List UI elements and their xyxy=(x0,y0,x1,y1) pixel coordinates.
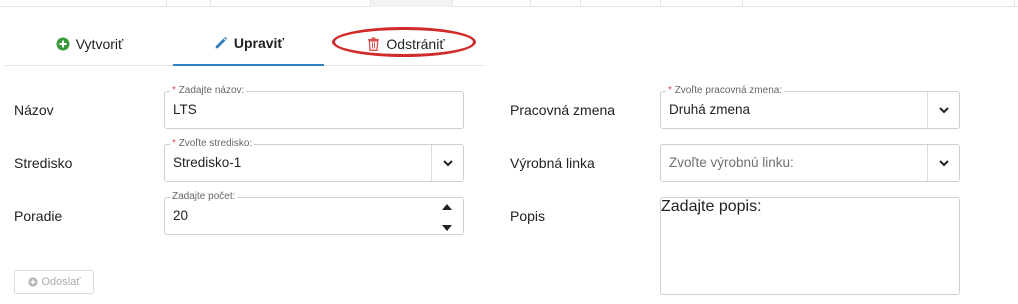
shift-value: Druhá zmena xyxy=(669,102,751,117)
tab-edit[interactable]: Upraviť xyxy=(173,22,324,66)
chevron-down-icon xyxy=(938,154,949,172)
order-stepper[interactable] xyxy=(431,198,463,234)
tab-create-label: Vytvoriť xyxy=(75,36,124,52)
center-dropdown-button[interactable] xyxy=(431,145,463,181)
description-textarea[interactable]: Zadajte popis: xyxy=(660,197,960,295)
plus-circle-icon xyxy=(55,36,71,52)
shift-floating-label: * Zvoľte pracovná zmena: xyxy=(666,85,785,96)
name-value: LTS xyxy=(173,102,197,117)
line-label: Výrobná linka xyxy=(510,155,595,171)
name-floating-label: * Zadajte názov: xyxy=(170,85,247,96)
submit-button[interactable]: Odoslať xyxy=(14,270,94,294)
order-floating-label: Zadajte počet: xyxy=(170,191,238,202)
delete-tab-highlight xyxy=(332,27,476,57)
description-placeholder: Zadajte popis: xyxy=(661,198,762,215)
chevron-down-icon xyxy=(442,154,453,172)
name-input[interactable]: * Zadajte názov: LTS xyxy=(164,85,464,129)
table-header-strip xyxy=(0,0,1018,7)
center-select[interactable]: * Zvoľte stredisko: Stredisko-1 xyxy=(164,138,464,182)
chevron-down-icon xyxy=(938,101,949,119)
order-label: Poradie xyxy=(14,208,63,224)
center-floating-label: * Zvoľte stredisko: xyxy=(170,138,255,149)
name-label: Názov xyxy=(14,102,54,118)
tab-create[interactable]: Vytvoriť xyxy=(14,22,164,66)
plus-circle-icon xyxy=(27,277,38,287)
tab-edit-label: Upraviť xyxy=(233,35,285,51)
shift-dropdown-button[interactable] xyxy=(927,92,959,128)
submit-label: Odoslať xyxy=(41,276,81,288)
caret-up-icon[interactable] xyxy=(442,197,452,215)
pencil-icon xyxy=(213,35,229,51)
caret-down-icon[interactable] xyxy=(442,218,452,236)
shift-label: Pracovná zmena xyxy=(510,102,616,118)
line-placeholder: Zvoľte výrobnú linku: xyxy=(669,155,794,170)
center-label: Stredisko xyxy=(14,155,73,171)
center-value: Stredisko-1 xyxy=(173,155,242,170)
description-label: Popis xyxy=(510,208,546,224)
line-dropdown-button[interactable] xyxy=(927,145,959,181)
shift-select[interactable]: * Zvoľte pracovná zmena: Druhá zmena xyxy=(660,85,960,129)
line-select[interactable]: Zvoľte výrobnú linku: xyxy=(660,144,960,182)
order-input[interactable]: Zadajte počet: 20 xyxy=(164,191,464,235)
order-value: 20 xyxy=(173,208,189,223)
